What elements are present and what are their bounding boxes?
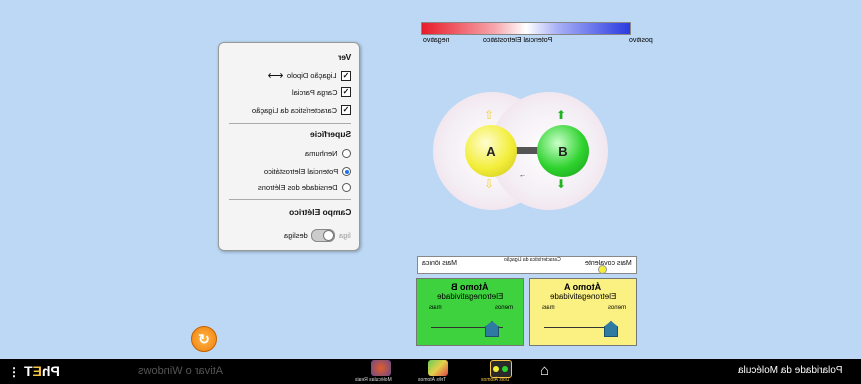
tab-icon-two-atoms[interactable] [490, 360, 512, 378]
control-panel: Ver ⟷ Ligação Dipolo ✓ Carga Parcial ✓ C… [218, 42, 360, 251]
rotate-down-arrow-icon[interactable]: ⇩ [484, 178, 494, 190]
checkbox-checked-icon[interactable]: ✓ [341, 87, 351, 97]
electric-field-title: Campo Elétrico [288, 207, 351, 217]
potential-gradient-bar [421, 22, 631, 35]
dipole-arrow-icon: ⟷ [267, 70, 284, 82]
atom-b-subtitle: Eletronegatividade [436, 292, 504, 301]
tab-real-molecules[interactable]: Moléculas Reais [355, 377, 392, 383]
atom-b-more-label: mais [429, 305, 442, 311]
bond-character-left-label: Mais iônica [422, 260, 458, 267]
radio-surface-none[interactable]: Nenhuma [305, 149, 351, 158]
tab-icon-real-molecules[interactable] [371, 360, 391, 376]
tab-icon-three-atoms[interactable] [428, 360, 448, 376]
atom-a[interactable]: A [465, 125, 517, 177]
bond-character-bar: Mais iônica Característica da Ligação Ma… [417, 256, 637, 274]
atom-a-more-label: mais [542, 305, 555, 311]
rotate-up-arrow-icon[interactable]: ⬆ [556, 109, 566, 121]
atom-b[interactable]: B [537, 125, 589, 177]
atom-b-electronegativity-panel: Átomo B Eletronegatividade mais menos [416, 278, 524, 346]
checkbox-checked-icon[interactable]: ✓ [341, 105, 351, 115]
panel-divider [229, 123, 351, 124]
electrostatic-potential-legend: negativo Potencial Eletrostático positiv… [421, 22, 653, 47]
atom-a-electronegativity-panel: Átomo A Eletronegatividade mais menos [529, 278, 637, 346]
view-section-title: Ver [337, 52, 351, 62]
checkbox-checked-icon[interactable]: ✓ [341, 70, 351, 81]
dipole-arrow-icon: ← [519, 172, 526, 179]
radio-icon[interactable] [342, 183, 351, 192]
reset-icon: ↻ [198, 330, 210, 347]
checkbox-partial-charge[interactable]: Carga Parcial ✓ [292, 87, 351, 97]
tab-two-atoms[interactable]: Dois Átomos [481, 377, 509, 383]
bond-character-marker [598, 265, 607, 274]
navigation-bar: ⋮ PhET Ativar o Windows Moléculas Reais … [0, 359, 861, 384]
checkbox-bond-dipole[interactable]: ⟷ Ligação Dipolo ✓ [268, 69, 351, 82]
phet-logo[interactable]: ⋮ PhET [8, 363, 60, 379]
rotate-down-arrow-icon[interactable]: ⬇ [556, 178, 566, 190]
molecule-view: A B ⇧ ⇩ ⬆ ⬇ ← [433, 92, 608, 210]
sim-title: Polaridade da Molécula [738, 365, 843, 376]
bond-character-title: Característica da Ligação [504, 257, 561, 263]
home-icon[interactable]: ⌂ [540, 362, 549, 379]
checkbox-bond-character[interactable]: Característica da Ligação ✓ [252, 105, 351, 115]
atom-a-less-label: menos [607, 305, 626, 311]
electric-field-toggle-row[interactable]: desliga liga [284, 229, 351, 242]
radio-icon[interactable] [342, 149, 351, 158]
windows-watermark: Ativar o Windows [138, 365, 223, 377]
radio-selected-icon[interactable] [342, 167, 351, 176]
rotate-up-arrow-icon[interactable]: ⇧ [484, 109, 494, 121]
menu-icon[interactable]: ⋮ [8, 365, 20, 379]
panel-divider [229, 199, 351, 200]
atom-b-less-label: menos [494, 305, 513, 311]
atom-a-title: Átomo A [564, 282, 602, 292]
reset-all-button[interactable]: ↻ [191, 326, 217, 352]
surface-section-title: Superfície [309, 129, 351, 139]
bond-character-right-label: Mais covalente [585, 260, 632, 267]
atom-a-subtitle: Eletronegatividade [549, 292, 617, 301]
electric-field-toggle[interactable] [311, 229, 336, 242]
radio-surface-density[interactable]: Densidade dos Elétrons [258, 183, 351, 192]
radio-surface-potential[interactable]: Potencial Eletrostático [264, 167, 351, 176]
atom-b-title: Átomo B [451, 282, 489, 292]
tab-three-atoms[interactable]: Três Átomos [418, 377, 446, 383]
